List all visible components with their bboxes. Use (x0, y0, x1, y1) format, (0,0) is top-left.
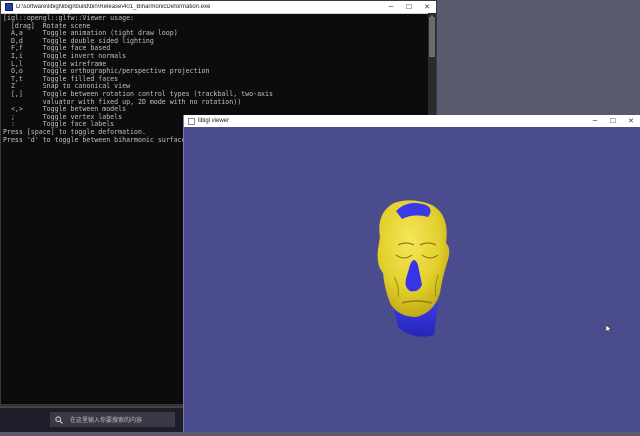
viewer-title: libigl viewer (198, 118, 230, 124)
maximize-button[interactable]: ☐ (400, 1, 418, 13)
console-title: D:\software\libigl\libigl\build\bin\Rele… (16, 4, 211, 10)
taskbar-divider (0, 406, 183, 408)
scroll-thumb[interactable] (429, 17, 435, 57)
search-icon (54, 415, 64, 425)
search-placeholder: 在这里输入你要搜索的内容 (70, 418, 143, 424)
taskbar-search-box[interactable]: 在这里输入你要搜索的内容 (50, 412, 175, 427)
viewer-app-icon (188, 117, 195, 125)
viewer-canvas[interactable] (184, 127, 640, 432)
close-button[interactable]: ✕ (418, 1, 436, 13)
close-button[interactable]: ✕ (622, 115, 640, 127)
minimize-button[interactable]: ─ (586, 115, 604, 127)
mouse-cursor-icon (606, 325, 612, 333)
taskbar: 在这里输入你要搜索的内容 (0, 405, 183, 432)
head-mesh-render (377, 200, 450, 337)
maximize-button[interactable]: ☐ (604, 115, 622, 127)
viewer-window[interactable]: libigl viewer ─ ☐ ✕ (183, 115, 640, 432)
minimize-button[interactable]: ─ (382, 1, 400, 13)
head-region (377, 200, 450, 317)
console-app-icon (5, 3, 13, 11)
